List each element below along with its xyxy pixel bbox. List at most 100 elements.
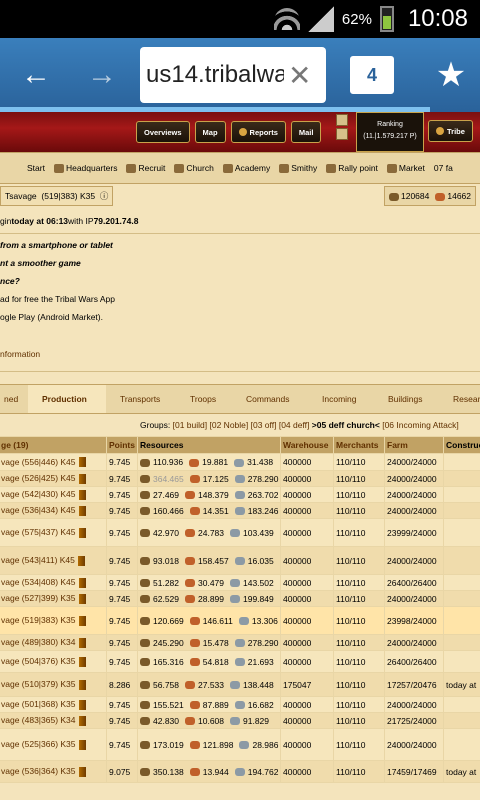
col-village[interactable]: ge (19) (0, 436, 107, 454)
group-deff[interactable]: [04 deff] (279, 420, 310, 430)
rename-icon[interactable] (77, 555, 85, 566)
merchants-text[interactable]: 110/110 (336, 716, 365, 726)
academy-link[interactable]: Academy (222, 163, 270, 173)
church-link[interactable]: Church (174, 163, 214, 173)
cell-merchants[interactable]: 110/110 (333, 650, 385, 673)
village-text[interactable]: vage (575|437) K45 (1, 527, 76, 537)
rename-icon[interactable] (78, 473, 86, 484)
col-merchants[interactable]: Merchants (333, 436, 385, 454)
merchants-text[interactable]: 110/110 (336, 506, 365, 516)
promo-line-4[interactable]: ad for free the Tribal Wars App (0, 290, 480, 308)
village-text[interactable]: vage (536|434) K45 (1, 505, 76, 515)
cell-merchants[interactable]: 110/110 (333, 696, 385, 713)
village-text[interactable]: vage (543|411) K45 (1, 555, 75, 565)
cell-merchants[interactable]: 110/110 (333, 672, 385, 697)
info-icon[interactable]: ⓘ (100, 190, 109, 202)
cell-village[interactable]: vage (504|376) K35 (0, 650, 107, 673)
reports-button[interactable]: Reports (230, 121, 286, 143)
cell-village[interactable]: vage (543|411) K45 (0, 546, 107, 575)
smithy-link[interactable]: Smithy (279, 163, 317, 173)
merchants-text[interactable]: 110/110 (336, 474, 365, 484)
cell-village[interactable]: vage (519|383) K35 (0, 606, 107, 635)
start-link[interactable]: Start (27, 163, 45, 173)
group-incoming[interactable]: [06 Incoming Attack] (382, 420, 459, 430)
tab-incoming[interactable]: Incoming (318, 385, 361, 413)
tab-buildings[interactable]: Buildings (384, 385, 427, 413)
village-text[interactable]: vage (536|364) K35 (1, 766, 76, 776)
merchants-text[interactable]: 110/110 (336, 680, 365, 690)
group-noble[interactable]: [02 Noble] (210, 420, 249, 430)
cell-merchants[interactable]: 110/110 (333, 606, 385, 635)
cell-merchants[interactable]: 110/110 (333, 546, 385, 575)
cell-merchants[interactable]: 110/110 (333, 486, 385, 503)
recruit-link[interactable]: Recruit (126, 163, 165, 173)
rename-icon[interactable] (78, 715, 86, 726)
tab-research[interactable]: Resear (449, 385, 480, 413)
rename-icon[interactable] (78, 679, 86, 690)
tab-commands[interactable]: Commands (242, 385, 293, 413)
merchants-text[interactable]: 110/110 (336, 528, 365, 538)
village-text[interactable]: vage (525|366) K35 (1, 739, 76, 749)
overviews-button[interactable]: Overviews (136, 121, 190, 143)
merchants-text[interactable]: 110/110 (336, 638, 365, 648)
promo-line-5[interactable]: ogle Play (Android Market). (0, 308, 480, 326)
village-text[interactable]: vage (501|368) K35 (1, 699, 76, 709)
cell-village[interactable]: vage (510|379) K35 (0, 672, 107, 697)
col-points[interactable]: Points (106, 436, 138, 454)
cell-village[interactable]: vage (556|446) K45 (0, 453, 107, 471)
group-build[interactable]: [01 build] (173, 420, 208, 430)
cell-village[interactable]: vage (525|366) K35 (0, 728, 107, 761)
cell-village[interactable]: vage (527|399) K35 (0, 590, 107, 607)
cell-merchants[interactable]: 110/110 (333, 712, 385, 729)
cell-village[interactable]: vage (489|380) K34 (0, 634, 107, 651)
sword-icon[interactable] (336, 114, 348, 126)
cell-merchants[interactable]: 110/110 (333, 728, 385, 761)
rename-icon[interactable] (78, 527, 86, 538)
merchants-text[interactable]: 110/110 (336, 594, 365, 604)
cell-merchants[interactable]: 110/110 (333, 470, 385, 487)
col-warehouse[interactable]: Warehouse (280, 436, 334, 454)
scroll-icon[interactable] (336, 128, 348, 140)
merchants-text[interactable]: 110/110 (336, 556, 365, 566)
rename-icon[interactable] (78, 766, 86, 777)
village-text[interactable]: vage (534|408) K45 (1, 577, 76, 587)
merchants-text[interactable]: 110/110 (336, 767, 365, 777)
tab-production[interactable]: Production (28, 385, 106, 413)
bookmark-icon[interactable]: ★ (430, 54, 472, 96)
village-text[interactable]: vage (489|380) K34 (1, 637, 76, 647)
mail-button[interactable]: Mail (290, 121, 322, 143)
cell-merchants[interactable]: 110/110 (333, 760, 385, 783)
merchants-text[interactable]: 110/110 (336, 700, 365, 710)
rename-icon[interactable] (78, 577, 86, 588)
rename-icon[interactable] (78, 615, 86, 626)
merchants-text[interactable]: 110/110 (336, 578, 365, 588)
village-text[interactable]: vage (504|376) K35 (1, 656, 76, 666)
cell-village[interactable]: vage (483|365) K34 (0, 712, 107, 729)
village-text[interactable]: vage (542|430) K45 (1, 489, 76, 499)
cell-village[interactable]: vage (526|425) K45 (0, 470, 107, 487)
village-text[interactable]: vage (510|379) K35 (1, 679, 76, 689)
map-button[interactable]: Map (194, 121, 226, 143)
rename-icon[interactable] (78, 593, 86, 604)
village-text[interactable]: vage (527|399) K35 (1, 593, 76, 603)
tab-transports[interactable]: Transports (116, 385, 164, 413)
cell-merchants[interactable]: 110/110 (333, 502, 385, 519)
cell-merchants[interactable]: 110/110 (333, 634, 385, 651)
rename-icon[interactable] (78, 457, 86, 468)
col-farm[interactable]: Farm (384, 436, 444, 454)
village-text[interactable]: vage (519|383) K35 (1, 615, 76, 625)
farm-link[interactable]: 07 fa (434, 163, 453, 173)
information-link[interactable]: nformation (0, 336, 480, 372)
rename-icon[interactable] (78, 505, 86, 516)
village-text[interactable]: vage (556|446) K45 (1, 457, 76, 467)
cell-village[interactable]: vage (536|364) K35 (0, 760, 107, 783)
rename-icon[interactable] (78, 699, 86, 710)
url-field[interactable]: us14.tribalwa ✕ (140, 47, 326, 103)
cell-merchants[interactable]: 110/110 (333, 590, 385, 607)
current-village[interactable]: Tsavage (519|383) K35 ⓘ (0, 186, 114, 206)
url-text[interactable]: us14.tribalwa (146, 61, 284, 89)
merchants-text[interactable]: 110/110 (336, 490, 365, 500)
village-text[interactable]: vage (483|365) K34 (1, 715, 76, 725)
tribe-button[interactable]: Tribe (428, 120, 473, 142)
merchants-text[interactable]: 110/110 (336, 740, 365, 750)
